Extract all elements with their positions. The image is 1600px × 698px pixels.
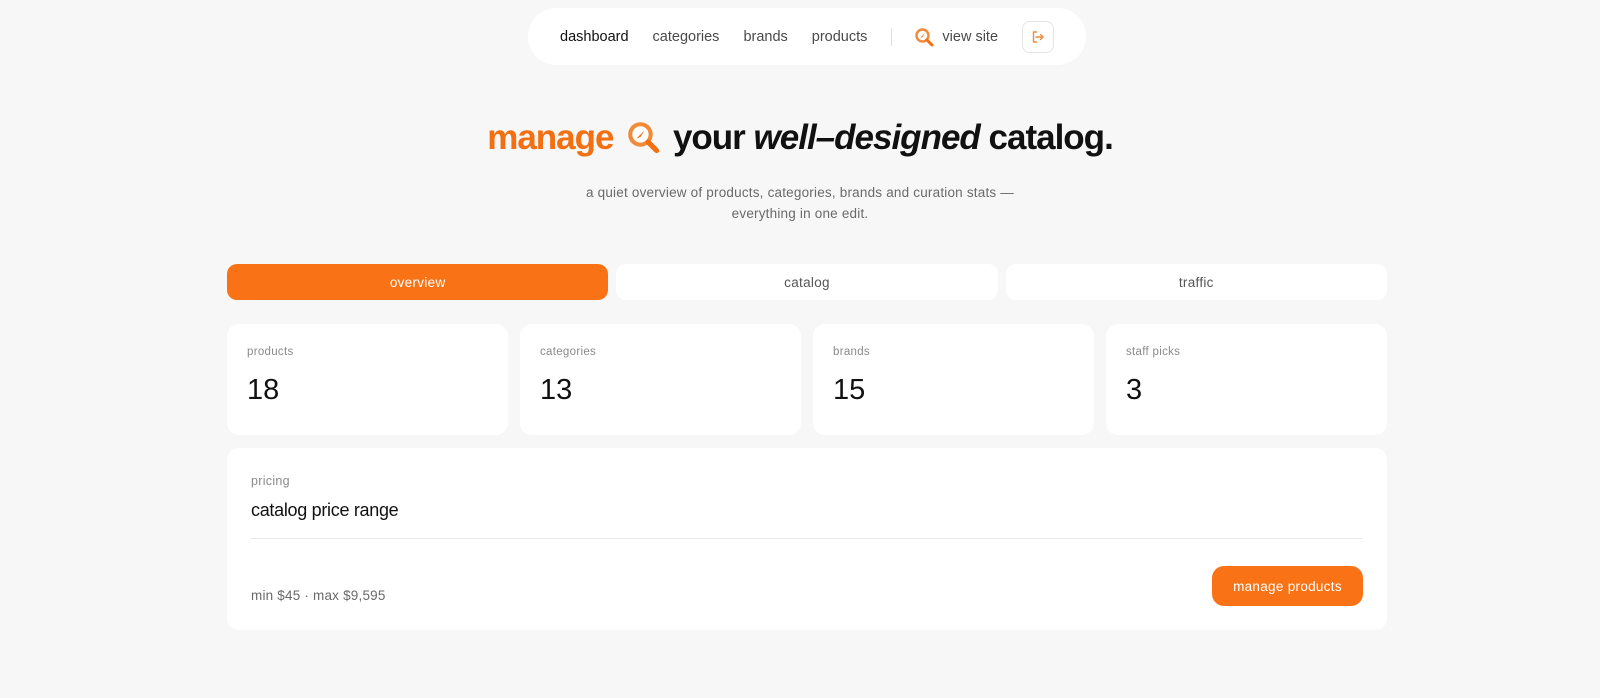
stat-card-brands: brands 15 (813, 324, 1094, 435)
stat-card-staff-picks: staff picks 3 (1106, 324, 1387, 435)
stats-row: products 18 categories 13 brands 15 staf… (227, 324, 1387, 435)
view-site-link[interactable]: view site (914, 27, 998, 47)
nav-divider (891, 27, 893, 46)
stat-label: products (247, 346, 294, 358)
stat-label: categories (540, 346, 597, 358)
logout-icon (1032, 30, 1044, 43)
top-nav: dashboard categories brands products vie… (528, 8, 1086, 65)
magnifier-logo-icon (915, 27, 934, 46)
nav-categories[interactable]: categories (653, 29, 720, 45)
stat-card-categories: categories 13 (520, 324, 801, 435)
logout-button[interactable] (1022, 20, 1055, 53)
page-title: manage your well–designed catalog. (0, 118, 1600, 158)
title-accent: manage (487, 118, 614, 157)
pricing-divider (251, 538, 1363, 539)
magnifier-logo-icon (628, 122, 660, 154)
nav-brands[interactable]: brands (743, 29, 787, 45)
stat-value: 15 (833, 374, 866, 406)
manage-products-button[interactable]: manage products (1212, 566, 1363, 606)
page-subtitle: a quiet overview of products, categories… (585, 185, 1015, 221)
title-italic: well–designed (753, 118, 981, 157)
view-site-label: view site (942, 28, 999, 45)
stat-value: 13 (540, 374, 573, 406)
pricing-label: pricing (251, 474, 290, 488)
title-part2: catalog. (988, 118, 1114, 157)
pricing-title: catalog price range (251, 500, 399, 520)
tab-traffic[interactable]: traffic (1005, 264, 1387, 300)
pricing-card: pricing catalog price range min $45 · ma… (227, 448, 1387, 630)
stat-label: staff picks (1126, 346, 1181, 358)
stat-value: 3 (1126, 374, 1143, 406)
stat-card-products: products 18 (227, 324, 508, 435)
price-range-text: min $45 · max $9,595 (251, 588, 386, 603)
nav-dashboard[interactable]: dashboard (560, 29, 629, 45)
tab-overview[interactable]: overview (227, 264, 609, 300)
tab-catalog[interactable]: catalog (616, 264, 998, 300)
title-part1: your (672, 118, 746, 157)
stat-value: 18 (247, 374, 280, 406)
stat-label: brands (833, 346, 870, 358)
nav-products[interactable]: products (812, 29, 868, 45)
tab-bar: overview catalog traffic (227, 264, 1387, 300)
